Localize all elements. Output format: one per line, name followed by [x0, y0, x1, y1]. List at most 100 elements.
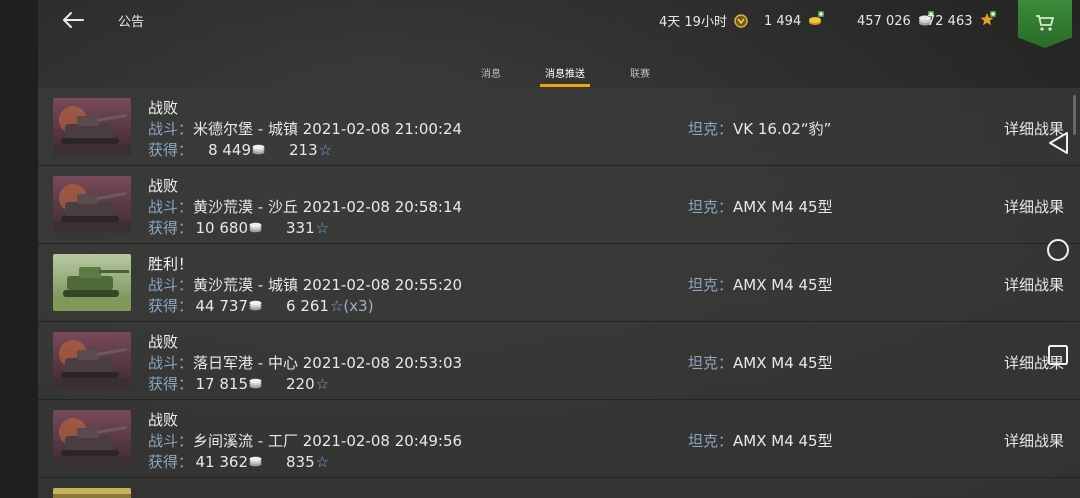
earned-line: 获得： 8 449 213☆	[148, 139, 332, 160]
battle-result: 战败	[148, 177, 179, 195]
battle-line: 战斗：黄沙荒漠 - 城镇 2021-02-08 20:55:20	[148, 274, 462, 295]
earned-silver: 8 449	[208, 141, 252, 159]
tab-push-messages[interactable]: 消息推送	[545, 65, 585, 80]
back-button[interactable]	[58, 6, 88, 34]
earned-silver: 41 362	[195, 453, 249, 471]
gold-amount: 1 494	[764, 14, 802, 29]
list-item[interactable]: 胜利！ 战斗：黄沙荒漠 - 城镇 2021-02-08 20:55:20 获得：…	[38, 244, 1080, 322]
battle-thumbnail-defeat	[53, 176, 131, 233]
list-item[interactable]: 战败 战斗：乡间溪流 - 工厂 2021-02-08 20:49:56 获得： 4…	[38, 400, 1080, 478]
battle-datetime: 2021-02-08 20:49:56	[302, 432, 463, 450]
star-icon: ☆	[315, 375, 330, 393]
battle-result: 胜利！	[148, 255, 194, 273]
battle-map: 乡间溪流 - 工厂	[193, 432, 298, 450]
back-arrow-icon	[63, 12, 84, 28]
xp-multiplier: (x3)	[343, 297, 374, 315]
tank-label: 坦克：	[688, 276, 734, 294]
tank-name: AMX M4 45型	[733, 354, 833, 372]
battle-datetime: 2021-02-08 20:58:14	[302, 198, 463, 216]
battle-map: 黄沙荒漠 - 城镇	[193, 276, 298, 294]
earned-label: 获得：	[148, 219, 194, 237]
battle-map: 落日军港 - 中心	[193, 354, 298, 372]
silver-icon	[249, 300, 262, 311]
tank-name: AMX M4 45型	[733, 198, 833, 216]
tank-line: 坦克：VK 16.02“豹”	[688, 118, 831, 139]
tab-messages[interactable]: 消息	[481, 65, 501, 80]
tank-line: 坦克：AMX M4 45型	[688, 274, 833, 295]
nav-back-icon[interactable]	[1046, 131, 1072, 155]
tab-league[interactable]: 联赛	[630, 65, 650, 80]
battle-map: 黄沙荒漠 - 沙丘	[193, 198, 298, 216]
battle-results-list: 战败 战斗：米德尔堡 - 城镇 2021-02-08 21:00:24 获得： 8…	[38, 88, 1080, 498]
star-icon: ☆	[315, 453, 330, 471]
earned-xp: 213	[289, 141, 318, 159]
earned-line: 获得： 17 815 220☆	[148, 373, 329, 394]
tank-label: 坦克：	[688, 354, 734, 372]
earned-label: 获得：	[148, 453, 194, 471]
tank-name: VK 16.02“豹”	[733, 120, 832, 138]
timer-text: 4天 19小时	[659, 15, 727, 30]
battle-line: 战斗：乡间溪流 - 工厂 2021-02-08 20:49:56	[148, 430, 462, 451]
system-nav-bar	[1040, 0, 1080, 498]
earned-label: 获得：	[148, 375, 194, 393]
nav-home-icon[interactable]	[1046, 237, 1072, 263]
silver-icon	[252, 144, 265, 155]
list-item[interactable]: 战败 战斗：落日军港 - 中心 2021-02-08 20:53:03 获得： 1…	[38, 322, 1080, 400]
list-item[interactable]	[38, 478, 1080, 498]
battle-result: 战败	[148, 333, 179, 351]
left-edge	[0, 0, 38, 498]
tank-line: 坦克：AMX M4 45型	[688, 196, 833, 217]
tank-name: AMX M4 45型	[733, 432, 833, 450]
silver-balance[interactable]: 457 026	[857, 11, 934, 29]
free-xp-balance[interactable]: 72 463	[927, 11, 996, 29]
battle-label: 战斗：	[148, 276, 194, 294]
earned-line: 获得： 44 737 6 261☆(x3)	[148, 295, 374, 316]
star-icon: ☆	[315, 219, 330, 237]
tank-name: AMX M4 45型	[733, 276, 833, 294]
battle-thumbnail-victory	[53, 254, 131, 311]
silver-icon	[249, 222, 262, 233]
battle-map: 米德尔堡 - 城镇	[193, 120, 298, 138]
earned-label: 获得：	[148, 297, 194, 315]
battle-thumbnail-defeat	[53, 410, 131, 467]
earned-line: 获得： 10 680 331☆	[148, 217, 329, 238]
earned-silver: 44 737	[195, 297, 249, 315]
list-item[interactable]: 战败 战斗：米德尔堡 - 城镇 2021-02-08 21:00:24 获得： 8…	[38, 88, 1080, 166]
tab-bar: 消息 消息推送 联赛	[38, 55, 1080, 87]
battle-thumbnail-defeat	[53, 98, 131, 155]
page-title: 公告	[118, 15, 145, 30]
silver-icon	[249, 456, 262, 467]
nav-recents-icon[interactable]	[1046, 344, 1072, 368]
battle-result: 战败	[148, 99, 179, 117]
earned-line: 获得： 41 362 835☆	[148, 451, 329, 472]
battle-datetime: 2021-02-08 20:53:03	[302, 354, 463, 372]
silver-amount: 457 026	[857, 14, 911, 29]
tank-label: 坦克：	[688, 120, 734, 138]
battle-datetime: 2021-02-08 20:55:20	[302, 276, 463, 294]
star-icon: ☆	[329, 297, 344, 315]
tank-label: 坦克：	[688, 432, 734, 450]
tank-line: 坦克：AMX M4 45型	[688, 352, 833, 373]
event-timer: 4天 19小时	[659, 11, 748, 30]
earned-silver: 10 680	[195, 219, 249, 237]
star-icon: ☆	[318, 141, 333, 159]
battle-label: 战斗：	[148, 198, 194, 216]
battle-label: 战斗：	[148, 432, 194, 450]
free-xp-amount: 72 463	[927, 14, 973, 29]
top-bar: 公告 4天 19小时 1 494 457 026 72 463	[38, 0, 1080, 48]
timer-badge-icon	[734, 14, 748, 28]
gold-balance[interactable]: 1 494	[764, 11, 825, 29]
gold-icon	[809, 11, 825, 25]
battle-line: 战斗：落日军港 - 中心 2021-02-08 20:53:03	[148, 352, 462, 373]
battle-thumbnail-victory	[53, 488, 131, 498]
list-item[interactable]: 战败 战斗：黄沙荒漠 - 沙丘 2021-02-08 20:58:14 获得： 1…	[38, 166, 1080, 244]
earned-label: 获得：	[148, 141, 194, 159]
tank-label: 坦克：	[688, 198, 734, 216]
battle-result: 战败	[148, 411, 179, 429]
earned-silver: 17 815	[195, 375, 249, 393]
battle-line: 战斗：米德尔堡 - 城镇 2021-02-08 21:00:24	[148, 118, 462, 139]
battle-label: 战斗：	[148, 120, 194, 138]
battle-line: 战斗：黄沙荒漠 - 沙丘 2021-02-08 20:58:14	[148, 196, 462, 217]
free-xp-icon	[980, 11, 996, 26]
earned-xp: 6 261	[286, 297, 329, 315]
